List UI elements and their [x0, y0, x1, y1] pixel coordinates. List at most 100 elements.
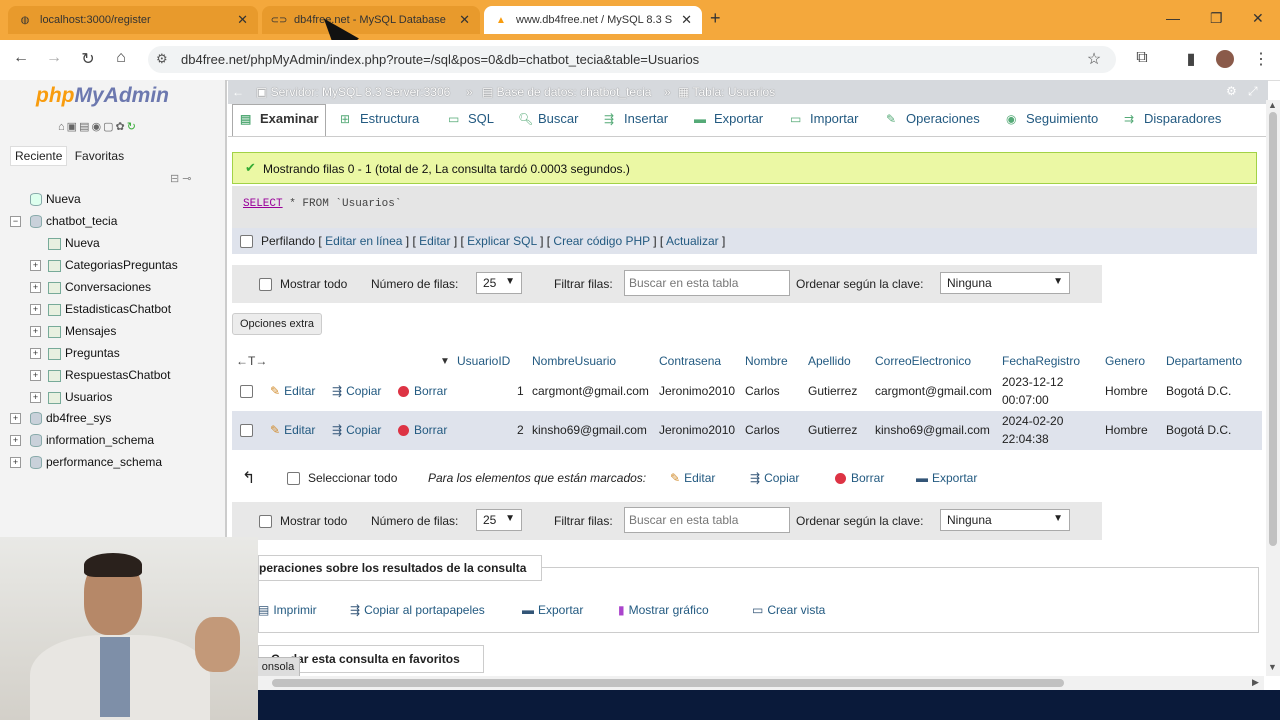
expand-icon[interactable]: +: [30, 370, 41, 381]
tree-db[interactable]: information_schema: [30, 433, 154, 448]
vertical-scroll-thumb[interactable]: [1269, 112, 1277, 546]
tree-new-table[interactable]: Nueva: [48, 236, 100, 250]
rows-select[interactable]: 25 ▼: [476, 509, 522, 531]
reload-icon[interactable]: ↻: [127, 121, 138, 133]
tree-table-selected[interactable]: Usuarios: [48, 390, 112, 404]
cell-id[interactable]: 2: [517, 423, 524, 437]
column-header[interactable]: CorreoElectronico: [875, 354, 971, 368]
expand-icon[interactable]: +: [10, 435, 21, 446]
maximize-panel-icon[interactable]: ⤢: [1248, 84, 1258, 99]
settings-icon[interactable]: ✿: [115, 121, 126, 133]
row-copy[interactable]: ⇶ Copiar: [332, 384, 381, 398]
home-icon[interactable]: ⌂: [58, 121, 67, 133]
column-header[interactable]: Contrasena: [659, 354, 721, 368]
column-header[interactable]: Departamento: [1166, 354, 1242, 368]
expand-icon[interactable]: +: [30, 348, 41, 359]
tree-table[interactable]: EstadisticasChatbot: [48, 302, 171, 316]
sidepanel-icon[interactable]: ▮: [1180, 49, 1202, 69]
tree-new-db[interactable]: Nueva: [30, 192, 81, 207]
close-icon[interactable]: ✕: [681, 12, 692, 28]
column-header[interactable]: FechaRegistro: [1002, 354, 1080, 368]
cell-password[interactable]: Jeronimo2010: [659, 384, 735, 398]
cell-gender[interactable]: Hombre: [1105, 423, 1148, 437]
tab-tracking[interactable]: ◉ Seguimiento: [1006, 111, 1098, 126]
show-all-checkbox[interactable]: [259, 515, 272, 529]
print-link[interactable]: ▤ Imprimir: [258, 603, 317, 617]
collapse-link-icons[interactable]: ⊟ ⊸: [170, 172, 192, 185]
filter-input[interactable]: Buscar en esta tabla: [624, 270, 790, 296]
column-header[interactable]: NombreUsuario: [532, 354, 616, 368]
horizontal-scroll-thumb[interactable]: [272, 679, 1064, 687]
back-icon[interactable]: ←: [10, 49, 32, 67]
expand-icon[interactable]: +: [30, 326, 41, 337]
column-arrows-icon[interactable]: ←T→: [236, 354, 267, 368]
sort-select[interactable]: Ninguna ▼: [940, 509, 1070, 531]
window-close-icon[interactable]: ✕: [1252, 10, 1264, 27]
site-info-icon[interactable]: ⚙: [156, 51, 168, 67]
expand-icon[interactable]: +: [30, 392, 41, 403]
row-checkbox[interactable]: [240, 384, 261, 399]
bulk-delete[interactable]: Borrar: [835, 471, 884, 485]
column-header[interactable]: Nombre: [745, 354, 788, 368]
sort-desc-icon[interactable]: ▼: [440, 356, 450, 367]
forward-icon[interactable]: →: [43, 49, 65, 67]
row-edit[interactable]: ✎ Editar: [270, 423, 315, 437]
cell-id[interactable]: 1: [517, 384, 524, 398]
reload-icon[interactable]: ↻: [77, 49, 99, 69]
cell-time[interactable]: 22:04:38: [1002, 432, 1049, 446]
cell-surname[interactable]: Gutierrez: [808, 423, 857, 437]
console-tab[interactable]: onsola: [256, 657, 300, 677]
filter-input[interactable]: Buscar en esta tabla: [624, 507, 790, 533]
tree-table[interactable]: Conversaciones: [48, 280, 151, 294]
tab-triggers[interactable]: ⇉ Disparadores: [1124, 111, 1221, 126]
bulk-edit[interactable]: ✎ Editar: [670, 471, 715, 485]
phpmyadmin-logo[interactable]: phpMyAdmin: [36, 84, 169, 108]
collapse-panel-icon[interactable]: ←: [232, 85, 244, 99]
edit-link[interactable]: Editar: [419, 234, 450, 248]
scroll-up-icon[interactable]: ▲: [1268, 100, 1277, 110]
tree-table[interactable]: Mensajes: [48, 324, 116, 338]
cell-time[interactable]: 00:07:00: [1002, 393, 1049, 407]
tab-browse[interactable]: ▤ Examinar: [240, 111, 319, 126]
tree-db[interactable]: db4free_sys: [30, 411, 111, 426]
create-php-link[interactable]: Crear código PHP: [553, 234, 650, 248]
settings-icon[interactable]: ⚙: [1226, 84, 1237, 98]
avatar[interactable]: [1216, 50, 1234, 68]
menu-icon[interactable]: ⋮: [1250, 49, 1272, 69]
cell-date[interactable]: 2024-02-20: [1002, 414, 1063, 428]
row-edit[interactable]: ✎ Editar: [270, 384, 315, 398]
profiling-checkbox[interactable]: [240, 235, 253, 249]
home-icon[interactable]: ⌂: [110, 49, 132, 67]
browser-tab-active[interactable]: ▲ www.db4free.net / MySQL 8.3 S ✕: [484, 6, 702, 34]
tab-search[interactable]: 🔍︎ Buscar: [518, 111, 578, 126]
show-all-checkbox[interactable]: [259, 278, 272, 292]
cell-surname[interactable]: Gutierrez: [808, 384, 857, 398]
tab-operations[interactable]: ✎ Operaciones: [886, 111, 980, 126]
cell-email[interactable]: cargmont@gmail.com: [875, 384, 992, 398]
cell-email[interactable]: kinsho69@gmail.com: [875, 423, 990, 437]
collapse-icon[interactable]: −: [10, 216, 21, 227]
expand-icon[interactable]: +: [30, 304, 41, 315]
cell-dept[interactable]: Bogotá D.C.: [1166, 384, 1231, 398]
extensions-icon[interactable]: ⧉: [1131, 49, 1153, 67]
refresh-link[interactable]: Actualizar: [666, 234, 719, 248]
tab-structure[interactable]: ⊞ Estructura: [340, 111, 419, 126]
expand-icon[interactable]: +: [10, 457, 21, 468]
new-tab-icon[interactable]: +: [710, 8, 721, 29]
select-all[interactable]: Seleccionar todo: [287, 471, 397, 486]
cell-name[interactable]: Carlos: [745, 384, 780, 398]
scroll-right-icon[interactable]: ▶: [1252, 677, 1259, 688]
tree-table[interactable]: Preguntas: [48, 346, 120, 360]
close-icon[interactable]: ✕: [459, 12, 470, 28]
cell-dept[interactable]: Bogotá D.C.: [1166, 423, 1231, 437]
sort-select[interactable]: Ninguna ▼: [940, 272, 1070, 294]
cell-password[interactable]: Jeronimo2010: [659, 423, 735, 437]
bulk-copy[interactable]: ⇶ Copiar: [750, 471, 799, 485]
column-header[interactable]: Genero: [1105, 354, 1145, 368]
sql-icon[interactable]: ▤: [79, 121, 91, 133]
tree-db-chatbot[interactable]: chatbot_tecia: [30, 214, 117, 229]
sql-query[interactable]: SELECT * FROM `Usuarios`: [243, 198, 401, 210]
export-link[interactable]: ▬ Exportar: [522, 603, 583, 617]
column-header[interactable]: UsuarioID: [457, 354, 510, 368]
bookmark-star-icon[interactable]: ☆: [1083, 49, 1105, 69]
